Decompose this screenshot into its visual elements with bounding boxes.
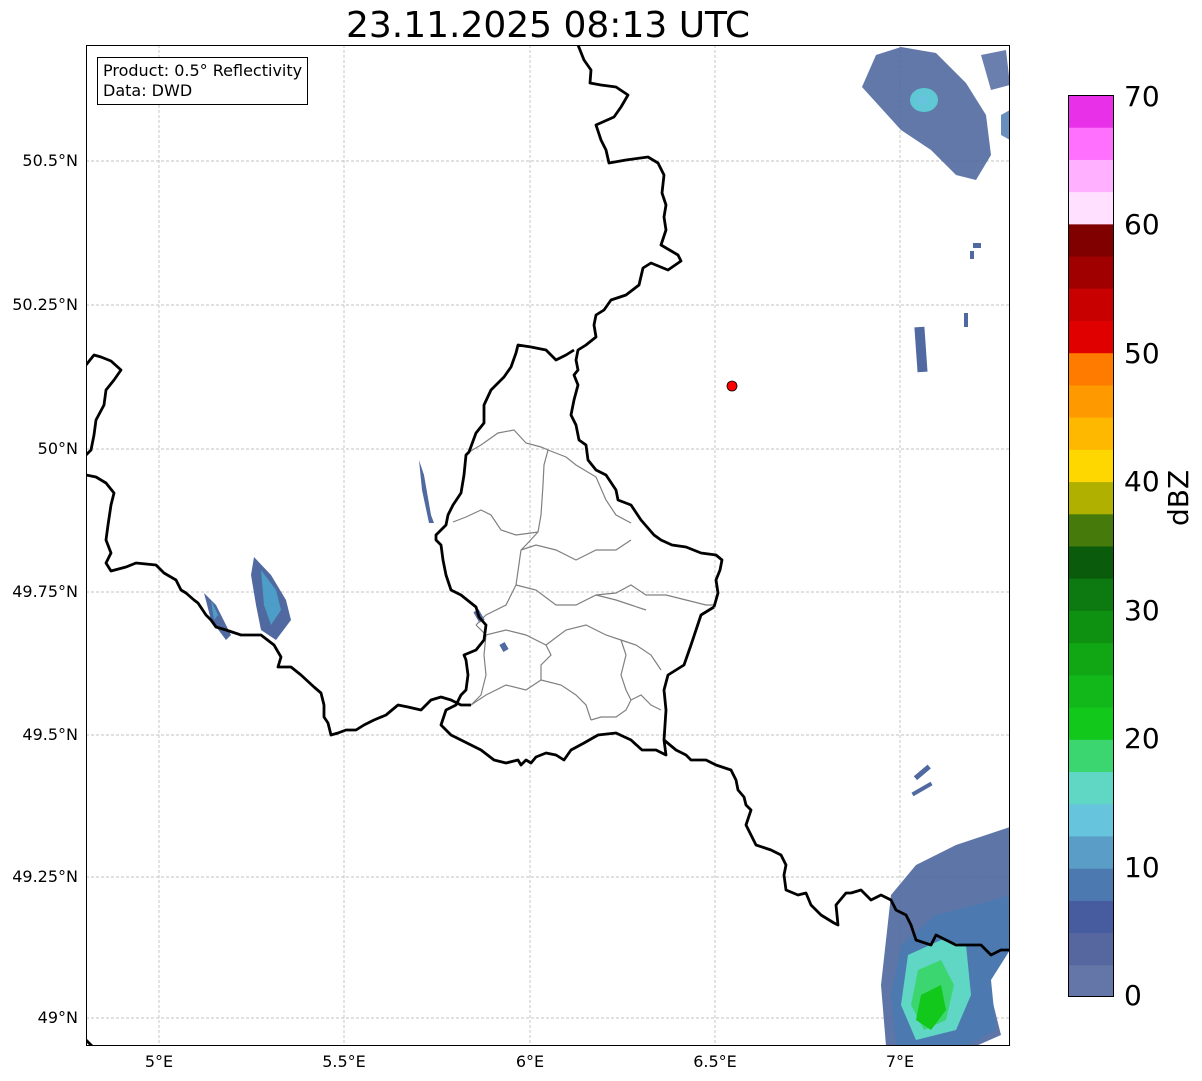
colorbar-bin	[1068, 320, 1114, 354]
border-west	[86, 353, 123, 456]
colorbar-tick-label: 20	[1124, 722, 1160, 755]
colorbar-bin	[1068, 707, 1114, 740]
product-label: Product: 0.5° Reflectivity	[103, 61, 303, 80]
colorbar-tick-label: 40	[1124, 465, 1160, 498]
echo-small-east	[911, 243, 981, 797]
lat-label: 49.5°N	[22, 725, 78, 744]
lon-label: 6°E	[515, 1052, 545, 1071]
colorbar-bin	[1068, 642, 1114, 676]
lat-label: 49.75°N	[12, 582, 78, 601]
colorbar-bin	[1068, 481, 1114, 515]
colorbar-bin	[1068, 932, 1114, 966]
colorbar	[1068, 95, 1114, 997]
colorbar-bin	[1068, 417, 1114, 450]
district-boundaries	[452, 429, 716, 721]
colorbar-bin	[1068, 256, 1114, 289]
border-east	[434, 343, 715, 767]
data-source-label: Data: DWD	[103, 81, 193, 100]
colorbar-bin	[1068, 739, 1114, 772]
lat-label: 50.5°N	[22, 151, 78, 170]
lon-label: 6.5°E	[693, 1052, 737, 1071]
echo-cluster-southeast	[881, 827, 1010, 1046]
colorbar-bin	[1068, 868, 1114, 901]
colorbar-bin	[1068, 384, 1114, 418]
colorbar-bin	[1068, 964, 1114, 997]
colorbar-tick-label: 60	[1124, 208, 1160, 241]
colorbar-tick-label: 70	[1124, 80, 1160, 113]
colorbar-bin	[1068, 288, 1114, 321]
national-borders	[86, 45, 1010, 1046]
lat-label: 50°N	[37, 439, 78, 458]
map-title: 23.11.2025 08:13 UTC	[345, 5, 751, 46]
colorbar-tick-label: 50	[1124, 337, 1160, 370]
colorbar-unit-label: dBZ	[1162, 469, 1195, 526]
border-north	[569, 45, 724, 608]
colorbar-bin	[1068, 546, 1114, 579]
lat-label: 49.25°N	[12, 867, 78, 886]
lon-label: 5.5°E	[322, 1052, 366, 1071]
colorbar-bin	[1068, 352, 1114, 386]
colorbar-bin	[1068, 610, 1114, 644]
lon-label: 7°E	[885, 1052, 915, 1071]
colorbar-tick-label: 30	[1124, 594, 1160, 627]
lat-label: 50.25°N	[12, 295, 78, 314]
colorbar-tick-label: 0	[1124, 979, 1142, 1012]
radar-site-marker	[726, 380, 738, 392]
map-border	[86, 45, 1010, 1046]
product-info-box: Product: 0.5° Reflectivity Data: DWD	[97, 57, 309, 105]
colorbar-bin	[1068, 449, 1114, 483]
echo-cluster-northeast	[862, 47, 1010, 180]
colorbar-bin	[1068, 127, 1114, 160]
colorbar-bin	[1068, 578, 1114, 611]
colorbar-bin	[1068, 803, 1114, 837]
colorbar-bin	[1068, 191, 1114, 225]
lat-label: 49°N	[37, 1008, 78, 1027]
colorbar-bin	[1068, 513, 1114, 547]
colorbar-bin	[1068, 159, 1114, 193]
colorbar-bin	[1068, 674, 1114, 708]
colorbar-tick-label: 10	[1124, 851, 1160, 884]
colorbar-bin	[1068, 835, 1114, 869]
colorbar-bin	[1068, 95, 1114, 128]
colorbar-bin	[1068, 771, 1114, 805]
colorbar-bin	[1068, 900, 1114, 934]
lon-label: 5°E	[144, 1052, 174, 1071]
gridlines	[86, 45, 1010, 1046]
radar-echoes	[204, 47, 1010, 1046]
radar-map	[86, 45, 1010, 1046]
colorbar-bin	[1068, 223, 1114, 257]
